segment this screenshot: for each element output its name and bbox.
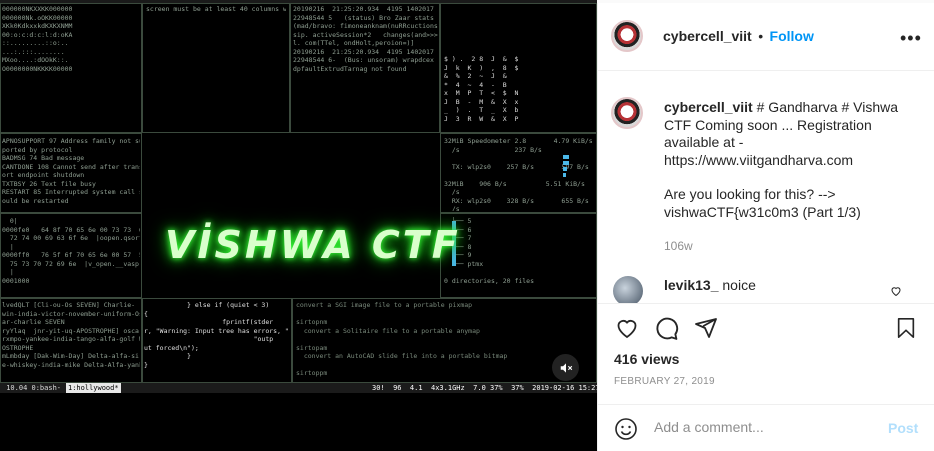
- separator-dot: •: [758, 28, 764, 44]
- terminal-errno: APNOSUPPORT 97 Address family not su por…: [2, 137, 140, 205]
- more-options-icon[interactable]: •••: [900, 28, 922, 49]
- caption: cybercell_viit # Gandharva # Vishwa CTF …: [664, 99, 904, 221]
- terminal-manpage: convert a SGI image file to a portable p…: [296, 301, 508, 377]
- bookmark-icon[interactable]: [895, 316, 917, 340]
- terminal-tree: ├── 5 ├── 6 ├── 7 ├── 8 ├── 9 └── ptmx 0…: [444, 217, 535, 285]
- follow-button[interactable]: Follow: [770, 28, 814, 44]
- tmux-status-bar: 10.04 0:bash- 1:hollywood* 30! 96 4.1 4x…: [0, 383, 597, 393]
- post-sidebar: cybercell_viit • Follow ••• cybercell_vi…: [597, 3, 934, 451]
- views-count[interactable]: 416 views: [614, 351, 679, 367]
- mute-button[interactable]: [552, 354, 579, 381]
- header-account: cybercell_viit • Follow: [663, 28, 814, 46]
- header-username[interactable]: cybercell_viit: [663, 28, 752, 44]
- terminal-ascii-art: 000000NKXXKK000000 000000Nk.oOKK00000 XK…: [2, 5, 73, 73]
- comment: levik13_ noice: [664, 277, 756, 293]
- speaker-muted-icon: [560, 362, 572, 373]
- post-actions: 416 views FEBRUARY 27, 2019 Post: [598, 303, 934, 451]
- commenter-avatar[interactable]: [613, 276, 643, 303]
- terminal-text: screen must be at least 40 columns wi: [146, 5, 286, 13]
- comment-text: noice: [718, 277, 756, 293]
- comment-username[interactable]: levik13_: [664, 277, 719, 293]
- status-tab: 1:hollywood*: [66, 383, 121, 393]
- terminal-matrix: $ ) . 2 8 J & $ J k K ) , 8 $ & % 2 ~ J …: [444, 55, 519, 123]
- post-button[interactable]: Post: [888, 420, 918, 436]
- speed-bars: [563, 155, 569, 179]
- vishwa-ctf-title: VİSHWA CTF: [165, 223, 461, 267]
- terminal-nato: lvedQLT [Cli-ou-Os SEVEN] Charlie- win-i…: [2, 301, 140, 369]
- comment-composer: Post: [598, 404, 934, 451]
- terminal-hexdump: 0| 0000fe0 64 8f 70 65 6e 00 73 73 6f 72…: [2, 217, 140, 285]
- post-media[interactable]: 000000NKXXKK000000 000000Nk.oOKK00000 XK…: [0, 3, 597, 451]
- status-left: 10.04 0:bash-: [2, 384, 66, 392]
- heart-icon[interactable]: [614, 316, 640, 340]
- status-right: 30! 96 4.1 4x3.1GHz 7.0 37% 37% 2019-02-…: [372, 384, 597, 392]
- caption-username[interactable]: cybercell_viit: [664, 99, 753, 115]
- emoji-icon[interactable]: [614, 417, 638, 441]
- caption-time[interactable]: 106w: [664, 239, 693, 253]
- caption-avatar[interactable]: [611, 97, 643, 129]
- terminal-speedometer: 32MiB Speedometer 2.8 4.79 KiB/s /s 237 …: [444, 137, 593, 211]
- like-comment-icon[interactable]: [890, 285, 902, 297]
- comment-icon[interactable]: [654, 316, 679, 341]
- comments-section: cybercell_viit # Gandharva # Vishwa CTF …: [598, 71, 934, 303]
- avatar[interactable]: [611, 20, 643, 52]
- post-header: cybercell_viit • Follow •••: [598, 3, 934, 71]
- terminal-log: 20190216 21:25:20.934 4195 1402017 22948…: [293, 5, 438, 73]
- post-date[interactable]: FEBRUARY 27, 2019: [614, 376, 715, 387]
- comment-input[interactable]: [654, 419, 874, 435]
- share-icon[interactable]: [694, 316, 718, 340]
- caption-text-2: Are you looking for this? --> vishwaCTF{…: [664, 186, 861, 220]
- terminal-code: } else if (quiet < 3) { fprintf(stder r,…: [144, 301, 289, 369]
